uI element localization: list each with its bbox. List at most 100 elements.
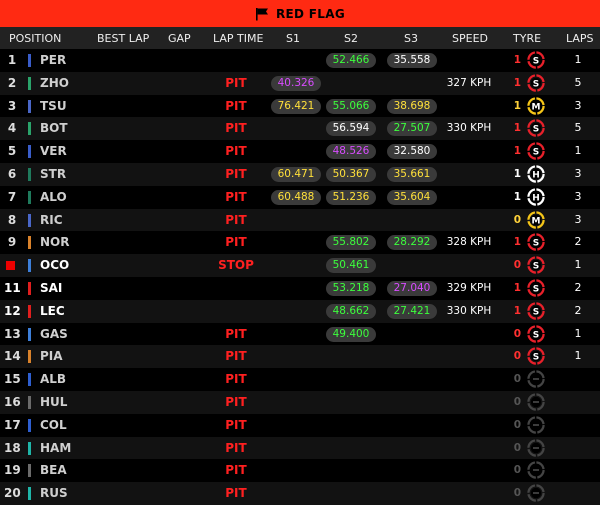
laps: 1	[574, 258, 582, 272]
table-row[interactable]: 8 RIC PIT 0 M 3	[0, 208, 600, 232]
header-s3: S3	[404, 32, 418, 45]
header-best-lap: BEST LAP	[97, 32, 150, 45]
tyre-count: 1	[513, 54, 521, 66]
sector-s3-time: 35.558	[387, 53, 437, 68]
lap-time-status: PIT	[225, 189, 247, 204]
position: 9	[7, 235, 17, 250]
position: 18	[4, 440, 21, 455]
team-color-bar	[28, 441, 31, 455]
medium-tyre-icon: M	[527, 210, 545, 229]
table-row[interactable]: 13 GAS PIT 49.400 0 S 1	[0, 323, 600, 346]
tyre-compound-letter: S	[533, 261, 539, 271]
sector-s1-time: 60.488	[271, 189, 321, 205]
lap-time-status: PIT	[225, 212, 247, 227]
tyre-compound-letter: S	[533, 125, 539, 135]
medium-tyre-icon: M	[527, 96, 545, 115]
stopped-marker	[6, 261, 15, 271]
banner-label: RED FLAG	[276, 6, 345, 21]
driver-code: COL	[40, 417, 67, 432]
driver-code: NOR	[40, 235, 70, 250]
tyre-compound-letter: S	[533, 56, 539, 66]
sector-s2-time: 55.802	[326, 235, 376, 251]
tyre-count: 0	[513, 327, 521, 340]
soft-tyre-icon: S	[527, 302, 545, 320]
table-row[interactable]: 12 LEC 48.662 27.421 330 KPH 1 S 2	[0, 299, 600, 323]
table-row[interactable]: 15 ALB PIT 0	[0, 368, 600, 391]
table-row[interactable]: 4 BOT PIT 56.594 27.507 330 KPH 1 S 5	[0, 117, 600, 141]
table-row[interactable]: 7 ALO PIT 60.488 51.236 35.604 1 H 3	[0, 186, 600, 209]
position: 20	[4, 486, 21, 501]
tyre-count: 0	[513, 395, 521, 408]
tyre-compound-letter: H	[532, 193, 540, 203]
laps: 2	[574, 303, 582, 317]
team-color-bar	[28, 373, 31, 387]
team-color-bar	[28, 76, 31, 90]
driver-code: BEA	[40, 463, 67, 478]
tyre-count: 1	[513, 304, 521, 317]
position: 14	[4, 349, 21, 364]
tyre-compound-letter: S	[533, 284, 539, 294]
soft-tyre-icon: S	[527, 51, 545, 69]
team-color-bar	[28, 190, 31, 204]
position: 7	[7, 189, 17, 204]
table-row[interactable]: 1 PER 52.466 35.558 1 S 1	[0, 49, 600, 72]
laps: 1	[574, 326, 582, 340]
sector-s3-time: 32.580	[387, 144, 437, 160]
unknown-tyre-icon	[527, 416, 545, 434]
table-row[interactable]: 18 HAM PIT 0	[0, 436, 600, 460]
lap-time-status: PIT	[225, 349, 247, 364]
lap-time-status: PIT	[225, 486, 247, 501]
driver-code: BOT	[40, 121, 68, 136]
sector-s2-time: 50.367	[326, 166, 376, 182]
table-row[interactable]: 16 HUL PIT 0	[0, 390, 600, 414]
table-row[interactable]: 17 COL PIT 0	[0, 414, 600, 437]
table-row[interactable]: 9 NOR PIT 55.802 28.292 328 KPH 1 S 2	[0, 231, 600, 254]
table-row[interactable]: 5 VER PIT 48.526 32.580 1 S 1	[0, 140, 600, 163]
table-row[interactable]: 3 TSU PIT 76.421 55.066 38.698 1 M 3	[0, 95, 600, 118]
laps: 3	[574, 166, 582, 180]
position: 11	[4, 280, 21, 295]
position: 19	[4, 463, 21, 478]
table-row[interactable]: 20 RUS PIT 0	[0, 482, 600, 505]
header-speed: SPEED	[452, 32, 488, 45]
driver-code: RIC	[40, 212, 63, 227]
unknown-tyre-icon	[527, 393, 545, 411]
position: 4	[7, 121, 17, 136]
driver-code: ZHO	[40, 75, 69, 90]
team-color-bar	[28, 236, 31, 250]
driver-code: GAS	[40, 326, 68, 341]
team-color-bar	[28, 122, 31, 136]
lap-time-status: PIT	[225, 98, 247, 113]
table-header: POSITION BEST LAP GAP LAP TIME S1 S2 S3 …	[0, 27, 600, 49]
sector-s2-time: 48.526	[326, 144, 376, 160]
table-row[interactable]: 2 ZHO PIT 40.326 327 KPH 1 S 5	[0, 71, 600, 95]
soft-tyre-icon: S	[527, 324, 545, 343]
table-row[interactable]: 6 STR PIT 60.471 50.367 35.661 1 H 3	[0, 162, 600, 186]
speed-trap: 327 KPH	[446, 76, 492, 89]
driver-code: PIA	[40, 349, 63, 364]
table-row[interactable]: 14 PIA PIT 0 S 1	[0, 345, 600, 369]
table-row[interactable]: OCO STOP 50.461 0 S 1	[0, 254, 600, 277]
header-gap: GAP	[168, 32, 191, 45]
laps: 3	[574, 212, 582, 226]
sector-s3-time: 27.040	[387, 280, 437, 296]
position: 17	[4, 417, 21, 432]
table-row[interactable]: 19 BEA PIT 0	[0, 459, 600, 482]
hard-tyre-icon: H	[527, 165, 545, 183]
header-s1: S1	[286, 32, 300, 45]
header-tyre: TYRE	[513, 32, 542, 45]
soft-tyre-icon: S	[527, 74, 545, 92]
speed-trap: 330 KPH	[446, 122, 492, 135]
sector-s3-time: 35.661	[387, 166, 437, 182]
table-row[interactable]: 11 SAI 53.218 27.040 329 KPH 1 S 2	[0, 277, 600, 300]
sector-s2-time: 49.400	[326, 326, 376, 342]
laps: 5	[574, 121, 582, 135]
driver-code: STR	[40, 166, 67, 181]
tyre-compound-letter: S	[533, 307, 539, 317]
lap-time-status: PIT	[225, 121, 247, 136]
driver-code: ALB	[40, 372, 67, 387]
sector-s3-time: 38.698	[387, 98, 437, 114]
sector-s2-time: 52.466	[326, 53, 376, 68]
lap-time-status: PIT	[225, 372, 247, 387]
soft-tyre-icon: S	[527, 256, 545, 274]
